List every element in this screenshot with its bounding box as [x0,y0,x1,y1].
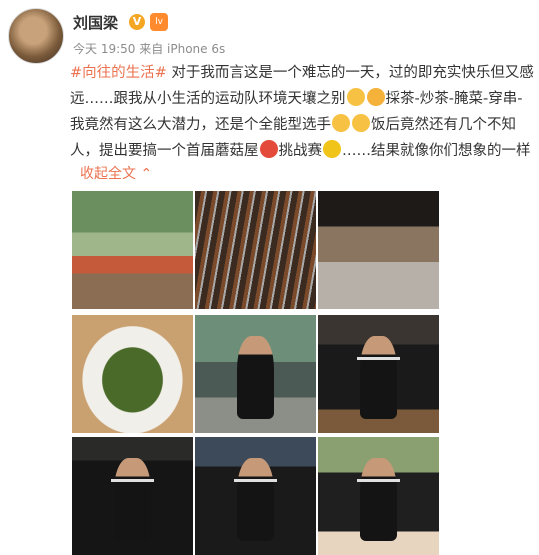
post-content: #向往的生活# 对于我而言这是一个难忘的一天，过的即充实快乐但又感 远……跟我从… [70,60,539,164]
level-badge-icon: lv [150,13,168,31]
post-meta: 今天 19:50 来自 iPhone 6s [73,42,226,56]
username[interactable]: 刘国梁 [73,12,118,33]
topic-link[interactable]: #向往的生活# [70,65,167,81]
user-avatar[interactable] [8,8,64,64]
image-tile-statue-portrait[interactable] [195,315,316,433]
image-tile-group-photo[interactable] [72,191,193,309]
image-tile-stir-fried-vegetables[interactable] [72,315,193,433]
image-tile-man-with-paddle[interactable] [318,437,439,555]
person-shape [237,458,274,541]
person-shape [114,458,151,541]
content-text: 饭后竟然还有几个不知 [371,117,516,133]
collapse-text-link[interactable]: 收起全文 ⌃ [80,163,152,183]
content-text: 远……跟我从小生活的运动队环境天壤之别 [70,91,346,107]
stripe-shape [356,357,401,361]
stripe-shape [233,479,278,483]
clap-emoji-icon [332,114,350,132]
trophy-emoji-icon [323,140,341,158]
content-line: #向往的生活# 对于我而言这是一个难忘的一天，过的即充实快乐但又感 [70,60,539,86]
verified-icon: V [129,14,145,30]
stripe-shape [356,479,401,483]
image-tile-grilled-food[interactable] [318,191,439,309]
stripe-shape [110,479,155,483]
image-tile-man-with-paddle[interactable] [72,437,193,555]
content-text: 採茶-炒茶-腌菜-穿串- [385,91,523,107]
content-line: 我竟然有这么大潜力，还是个全能型选手 饭后竟然还有几个不知 [70,112,539,138]
mushroom-emoji-icon [259,140,278,158]
content-text: 对于我而言这是一个难忘的一天，过的即充实快乐但又感 [166,65,534,81]
image-tile-bbq-skewers[interactable] [195,191,316,309]
content-text: ……结果就像你们想象的一样 [342,143,531,159]
content-text: 我竟然有这么大潜力，还是个全能型选手 [70,117,331,133]
content-line: 远……跟我从小生活的运动队环境天壤之别 採茶-炒茶-腌菜-穿串- [70,86,539,112]
cool-emoji-icon [352,114,370,132]
grin-emoji-icon [346,88,365,106]
content-text: 人，提出要搞一个首届蘑菇屋 [70,143,259,159]
person-shape [237,336,274,419]
collapse-label: 收起全文 [80,166,136,182]
sweat-emoji-icon [366,88,385,106]
chevron-up-icon: ⌃ [140,166,153,182]
person-shape [360,458,397,541]
image-tile-man-with-paddle[interactable] [195,437,316,555]
person-shape [360,336,397,419]
content-line: 人，提出要搞一个首届蘑菇屋 挑战赛 ……结果就像你们想象的一样 [70,138,539,164]
content-text: 挑战赛 [278,143,323,159]
image-tile-man-with-paddle[interactable] [318,315,439,433]
